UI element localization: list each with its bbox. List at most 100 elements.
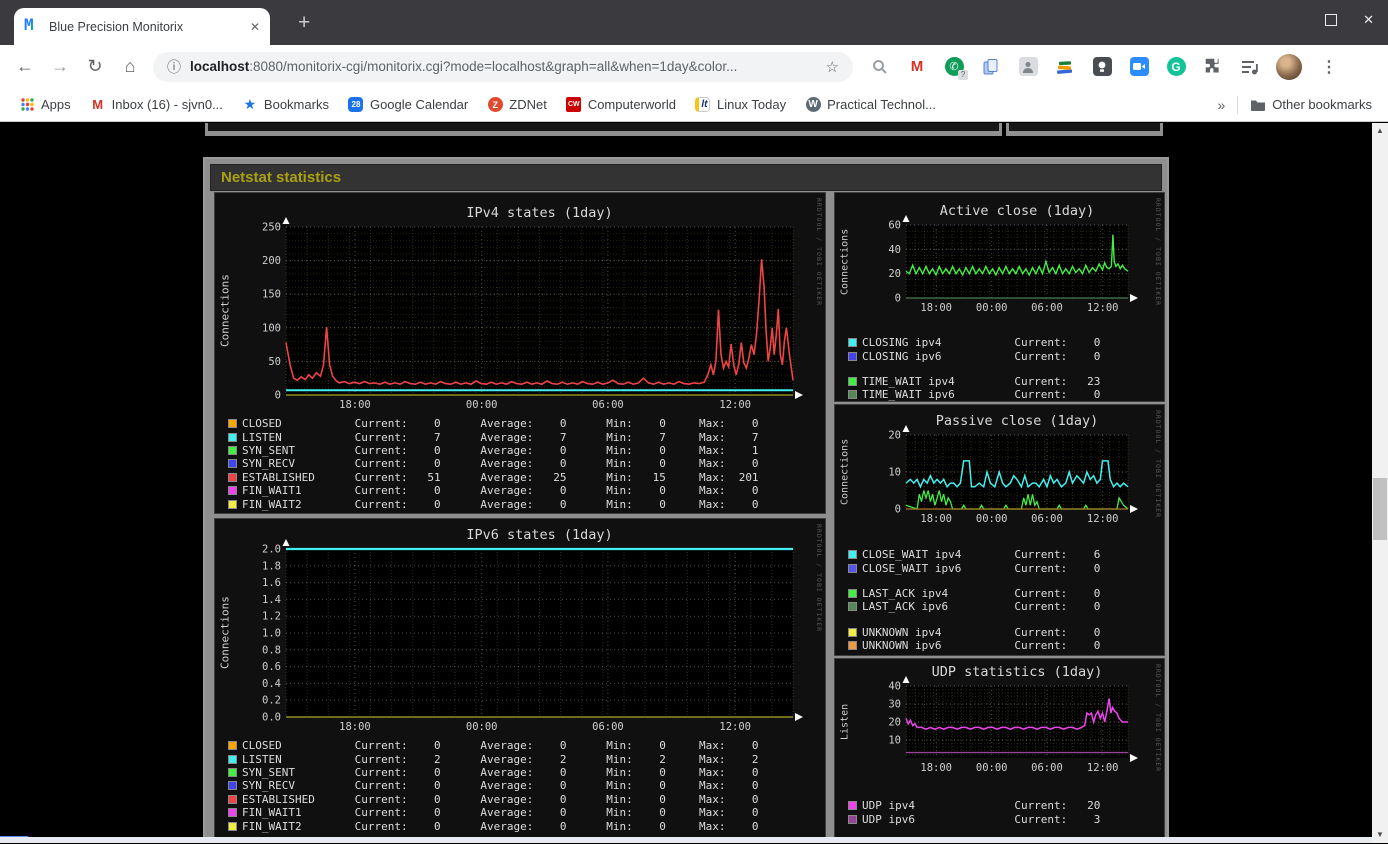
page-info-icon[interactable]: ⓘ <box>167 57 181 77</box>
legend-swatch <box>228 794 237 804</box>
browser-tab[interactable]: M Blue Precision Monitorix ✕ <box>14 8 270 45</box>
x-tick-label: 06:00 <box>592 721 624 733</box>
legend-swatch <box>848 627 857 637</box>
back-button[interactable]: ← <box>15 56 35 77</box>
y-tick-label: 250 <box>262 222 281 234</box>
x-tick-label: 12:00 <box>719 721 751 733</box>
new-tab-button[interactable]: + <box>298 11 310 35</box>
y-axis-label: Connections <box>839 228 851 295</box>
bookmark-label: Google Calendar <box>369 97 469 112</box>
y-tick-label: 10 <box>888 735 901 747</box>
x-tick-label: 06:00 <box>1031 762 1063 774</box>
legend-swatch <box>848 376 857 386</box>
forward-button[interactable]: → <box>50 56 70 77</box>
legend-row: FIN_WAIT1 Current: 0 Average: 0 Min: 0 M… <box>228 484 759 497</box>
legend-swatch <box>228 499 237 509</box>
udp-statistics-panel: 10 20 30 40 18:00 00:00 06:00 12:00 UDP statisti… <box>834 658 1165 838</box>
scrollbar-thumb[interactable] <box>1373 478 1387 540</box>
person-extension-icon[interactable] <box>1017 56 1039 78</box>
legend-swatch <box>228 767 237 777</box>
wordpress-icon: W <box>805 97 821 113</box>
url-path: :8080/monitorix-cgi/monitorix.cgi?mode=l… <box>249 59 738 74</box>
bookmark-bookmarks[interactable]: ★ Bookmarks <box>242 96 329 113</box>
scroll-down-button[interactable]: ▼ <box>1372 827 1388 843</box>
tab-strip: M Blue Precision Monitorix ✕ + ✕ <box>0 0 1388 45</box>
gmail-icon: M <box>92 97 104 112</box>
x-tick-label: 18:00 <box>339 721 371 733</box>
y-tick-label: 10 <box>888 467 901 479</box>
legend-row: FIN_WAIT2 Current: 0 Average: 0 Min: 0 M… <box>228 497 759 511</box>
window-close-button[interactable]: ✕ <box>1363 13 1374 26</box>
other-bookmarks-button[interactable]: Other bookmarks <box>1250 97 1372 113</box>
y-tick-label: 20 <box>888 430 901 442</box>
legend-text: ESTABLISHED Current: 0 Average: 0 Min: 0… <box>242 792 759 806</box>
legend-swatch <box>228 486 237 496</box>
x-tick-label: 12:00 <box>1087 513 1119 525</box>
star-icon: ★ <box>243 96 257 112</box>
search-extension-icon[interactable] <box>869 56 891 78</box>
voice-extension-icon[interactable]: ✆? <box>943 56 968 80</box>
browser-toolbar: ← → ↻ ⌂ ⓘ localhost:8080/monitorix-cgi/m… <box>0 45 1388 88</box>
books-extension-icon[interactable] <box>1054 56 1076 78</box>
vertical-scrollbar[interactable]: ▲ ▼ <box>1372 123 1388 843</box>
y-tick-label: 1.2 <box>262 611 281 623</box>
profile-avatar[interactable] <box>1276 53 1302 80</box>
bookmark-computerworld[interactable]: CW Computerworld <box>566 97 676 113</box>
playlist-extension-icon[interactable] <box>1239 56 1261 78</box>
y-tick-label: 1.6 <box>262 577 281 589</box>
scroll-up-button[interactable]: ▲ <box>1372 123 1388 139</box>
legend-row: ESTABLISHED Current: 0 Average: 0 Min: 0… <box>228 793 759 806</box>
legend-text: CLOSED Current: 0 Average: 0 Min: 0 Max:… <box>242 417 759 431</box>
grammarly-extension-icon[interactable]: G <box>1165 56 1187 78</box>
rrdtool-watermark: RRDTOOL / TOBI OETIKER <box>815 198 823 307</box>
legend-row: LISTEN Current: 2 Average: 2 Min: 2 Max:… <box>228 752 759 766</box>
passive-close-legend: CLOSE_WAIT ipv4 Current: 6 CLOSE_WAIT ipv… <box>848 548 1100 652</box>
bookmark-linux-today[interactable]: lt Linux Today <box>695 97 786 113</box>
legend-text: FIN_WAIT2 Current: 0 Average: 0 Min: 0 M… <box>242 497 759 511</box>
zdnet-icon: Z <box>487 97 503 113</box>
gmail-extension-icon[interactable]: M <box>906 56 928 78</box>
bookmark-practical-technology[interactable]: W Practical Technol... <box>805 97 936 113</box>
window-maximize-button[interactable] <box>1325 13 1338 26</box>
apps-button[interactable]: Apps <box>19 97 71 113</box>
legend-swatch <box>228 741 237 751</box>
bookmark-label: Linux Today <box>716 97 787 112</box>
monitorix-logo-icon: M <box>24 15 40 37</box>
extensions-puzzle-icon[interactable] <box>1202 56 1224 78</box>
ipv6-states-legend: CLOSED Current: 0 Average: 0 Min: 0 Max:… <box>228 739 759 833</box>
active-close-legend: CLOSING ipv4 Current: 0 CLOSING ipv6 Curr… <box>848 336 1100 402</box>
legend-swatch <box>228 472 237 482</box>
legend-swatch <box>228 821 237 831</box>
url-host: localhost <box>190 59 250 74</box>
apps-grid-icon <box>19 97 35 113</box>
legend-text: FIN_WAIT1 Current: 0 Average: 0 Min: 0 M… <box>242 806 759 820</box>
legend-row: UDP ipv6 Current: 3 <box>848 812 1100 826</box>
video-call-extension-icon[interactable] <box>1128 56 1150 78</box>
bookmarks-overflow-chevron[interactable]: » <box>1218 97 1226 113</box>
copy-extension-icon[interactable] <box>980 56 1002 78</box>
legend-swatch <box>848 602 857 612</box>
bookmark-star-icon[interactable]: ☆ <box>826 58 839 76</box>
bookmark-google-calendar[interactable]: 28 Google Calendar <box>348 97 468 113</box>
browser-menu-icon[interactable]: ⋮ <box>1321 57 1337 77</box>
ipv4-states-panel: 0 50 100 150 200 250 18:00 00:00 06:00 12:00 IPv4 … <box>214 192 826 514</box>
bookmark-inbox[interactable]: M Inbox (16) - sjvn0... <box>90 97 223 113</box>
home-button[interactable]: ⌂ <box>120 56 140 77</box>
bookmark-label: Practical Technol... <box>827 97 936 112</box>
legend-text: SYN_RECV Current: 0 Average: 0 Min: 0 Ma… <box>242 457 759 471</box>
legend-row: FIN_WAIT1 Current: 0 Average: 0 Min: 0 M… <box>228 806 759 819</box>
legend-text: CLOSED Current: 0 Average: 0 Min: 0 Max:… <box>242 739 759 753</box>
bookmark-zdnet[interactable]: Z ZDNet <box>487 97 547 113</box>
legend-row: CLOSING ipv6 Current: 0 <box>848 349 1100 363</box>
legend-text: CLOSE_WAIT ipv6 Current: 0 <box>862 561 1101 575</box>
tab-close-icon[interactable]: ✕ <box>250 20 260 34</box>
x-tick-label: 12:00 <box>1087 762 1119 774</box>
reload-button[interactable]: ↻ <box>85 56 105 77</box>
legend-swatch <box>228 808 237 818</box>
y-tick-label: 40 <box>888 681 901 693</box>
legend-text: SYN_RECV Current: 0 Average: 0 Min: 0 Ma… <box>242 779 759 793</box>
rrdtool-watermark: RRDTOOL / TOBI OETIKER <box>1154 198 1162 307</box>
other-bookmarks-label: Other bookmarks <box>1272 97 1372 112</box>
address-bar[interactable]: ⓘ localhost:8080/monitorix-cgi/monitorix… <box>153 51 853 82</box>
keep-extension-icon[interactable] <box>1091 56 1113 78</box>
